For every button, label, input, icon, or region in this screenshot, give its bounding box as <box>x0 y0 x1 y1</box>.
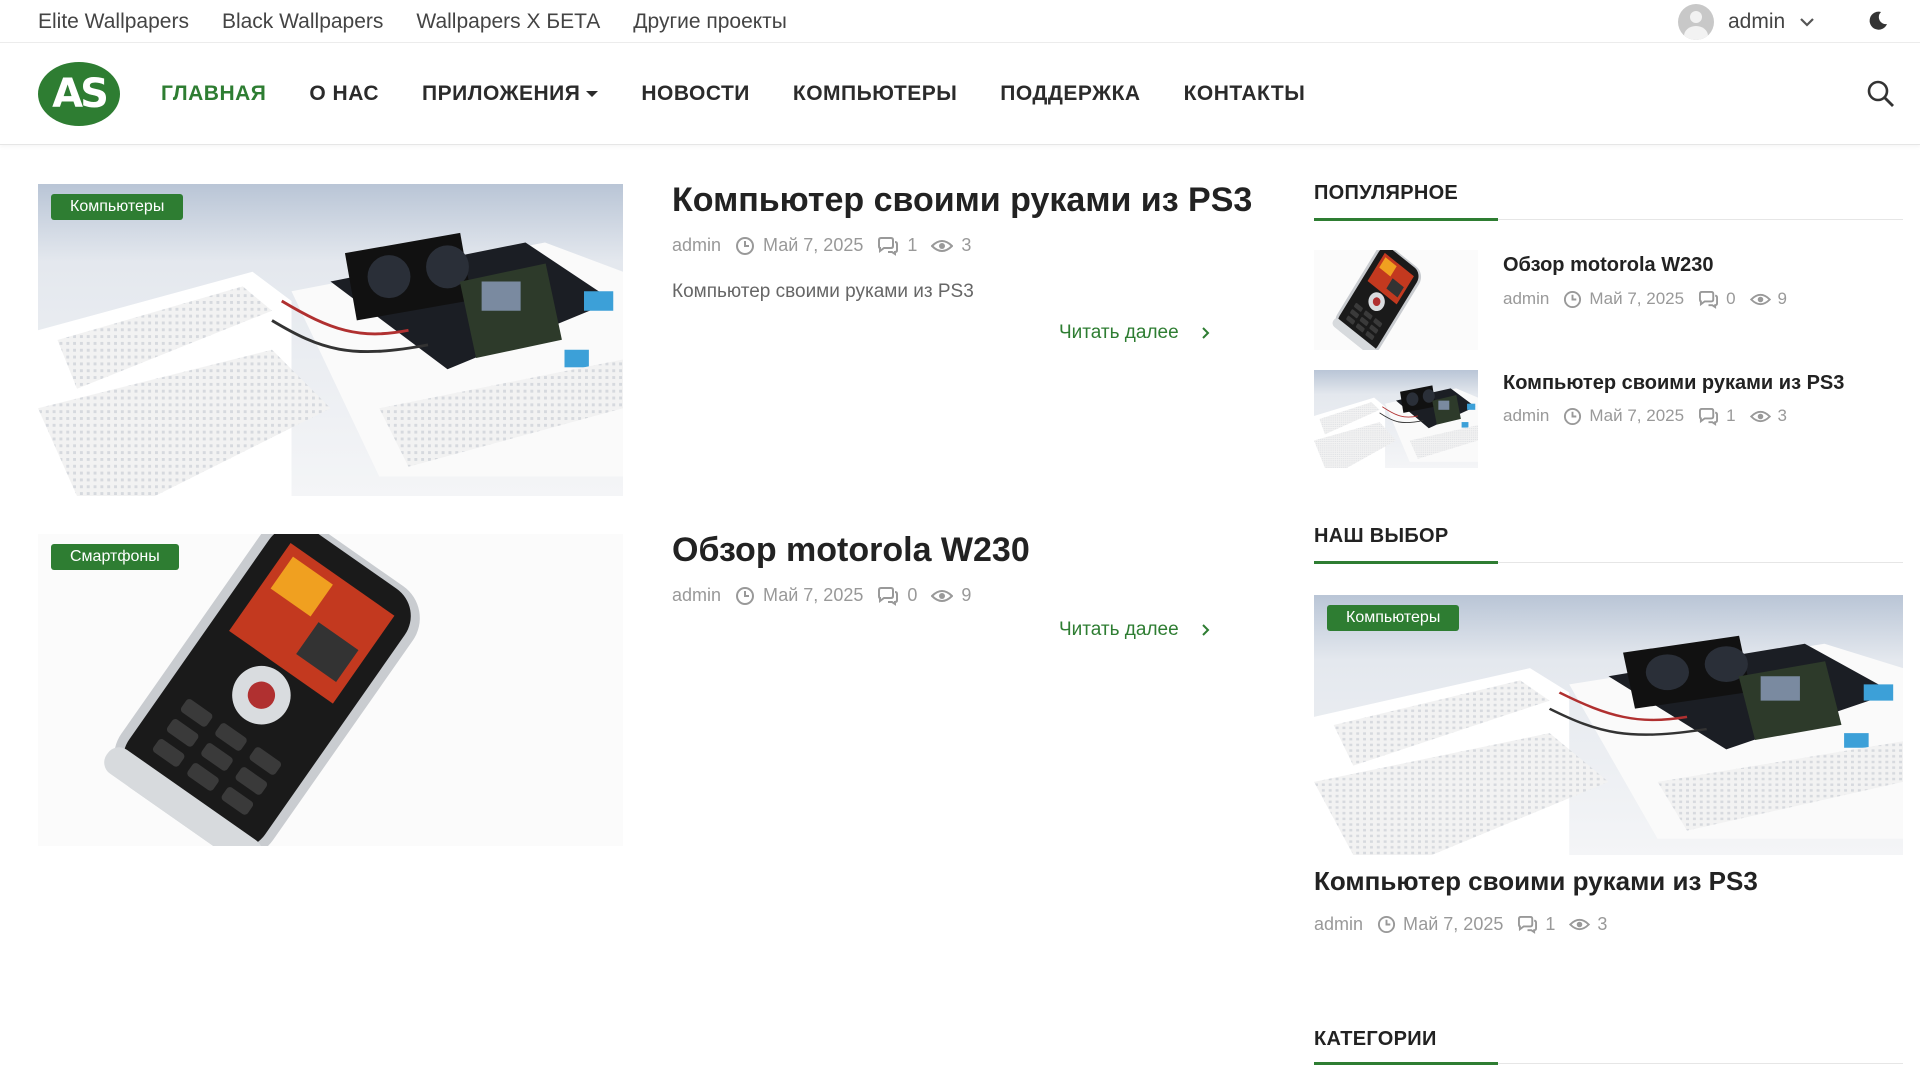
popular-item-2-author[interactable]: admin <box>1503 406 1549 426</box>
popular-item-1-thumbnail[interactable] <box>1314 250 1478 350</box>
post-1-read-more[interactable]: Читать далее <box>1059 322 1210 344</box>
nav-item-news[interactable]: НОВОСТИ <box>641 82 750 106</box>
main-nav: AS ГЛАВНАЯ О НАС ПРИЛОЖЕНИЯ НОВОСТИ КОМП… <box>0 43 1920 145</box>
moon-icon[interactable] <box>1866 9 1890 33</box>
popular-item-1-meta: admin Май 7, 2025 0 9 <box>1503 289 1787 309</box>
popular-item-1-views: 9 <box>1777 289 1787 308</box>
comment-icon <box>1698 407 1719 426</box>
comment-icon <box>1517 915 1538 934</box>
post-2-meta: admin Май 7, 2025 0 9 <box>672 585 971 606</box>
choice-title[interactable]: Компьютер своими руками из PS3 <box>1314 866 1758 897</box>
categories-widget-divider <box>1314 1062 1903 1065</box>
comment-icon <box>1698 290 1719 309</box>
top-link-elite[interactable]: Elite Wallpapers <box>38 10 189 34</box>
post-1-thumbnail[interactable]: Компьютеры <box>38 184 623 496</box>
popular-item-2-title[interactable]: Компьютер своими руками из PS3 <box>1503 372 1844 395</box>
choice-thumbnail[interactable]: Компьютеры <box>1314 595 1903 855</box>
post-2-views: 9 <box>961 585 972 605</box>
user-avatar-icon <box>1678 3 1714 40</box>
main-menu: ГЛАВНАЯ О НАС ПРИЛОЖЕНИЯ НОВОСТИ КОМПЬЮТ… <box>161 43 1305 145</box>
popular-widget-title: ПОПУЛЯРНОЕ <box>1314 182 1459 204</box>
post-1-comments: 1 <box>907 235 918 255</box>
post-2-thumbnail[interactable]: Смартфоны <box>38 534 623 846</box>
search-icon[interactable] <box>1866 79 1896 109</box>
chevron-right-icon <box>1201 327 1210 339</box>
categories-widget-title: КАТЕГОРИИ <box>1314 1028 1437 1050</box>
popular-widget-divider <box>1314 218 1903 221</box>
post-1-image <box>38 184 623 496</box>
post-2-author[interactable]: admin <box>672 585 721 606</box>
clock-icon <box>1563 407 1582 426</box>
user-name: admin <box>1728 9 1786 33</box>
nav-item-computers[interactable]: КОМПЬЮТЕРЫ <box>793 82 957 106</box>
post-1-excerpt: Компьютер своими руками из PS3 <box>672 281 974 302</box>
clock-icon <box>1563 290 1582 309</box>
choice-date: Май 7, 2025 <box>1403 914 1504 934</box>
eye-icon <box>931 239 953 253</box>
top-link-wallpapers-x[interactable]: Wallpapers X БЕТА <box>416 10 600 34</box>
post-1-meta: admin Май 7, 2025 1 3 <box>672 235 971 256</box>
post-2-read-more-label: Читать далее <box>1059 619 1179 640</box>
comment-icon <box>877 586 899 606</box>
chevron-down-icon <box>1800 17 1814 27</box>
eye-icon <box>931 589 953 603</box>
post-1-views: 3 <box>961 235 972 255</box>
clock-icon <box>735 236 755 256</box>
top-bar: Elite Wallpapers Black Wallpapers Wallpa… <box>0 0 1920 43</box>
post-1-author[interactable]: admin <box>672 235 721 256</box>
logo-text: AS <box>52 71 109 117</box>
caret-down-icon <box>586 91 599 97</box>
popular-item-2-image <box>1314 370 1478 468</box>
comment-icon <box>877 236 899 256</box>
popular-item-2-comments: 1 <box>1726 406 1736 425</box>
choice-category-badge[interactable]: Компьютеры <box>1327 605 1460 631</box>
chevron-right-icon <box>1201 624 1210 636</box>
post-2-read-more[interactable]: Читать далее <box>1059 619 1210 641</box>
site-logo[interactable]: AS <box>38 62 120 126</box>
nav-item-support[interactable]: ПОДДЕРЖКА <box>1000 82 1140 106</box>
popular-item-1-image <box>1314 250 1478 350</box>
post-1-category-badge[interactable]: Компьютеры <box>51 194 184 220</box>
popular-item-2-thumbnail[interactable] <box>1314 370 1478 468</box>
popular-item-1-title[interactable]: Обзор motorola W230 <box>1503 254 1713 277</box>
choice-widget-title: НАШ ВЫБОР <box>1314 525 1449 547</box>
top-links: Elite Wallpapers Black Wallpapers Wallpa… <box>38 0 787 43</box>
post-2-comments: 0 <box>907 585 918 605</box>
top-link-other-projects[interactable]: Другие проекты <box>633 10 787 34</box>
choice-image <box>1314 595 1903 855</box>
choice-comments: 1 <box>1545 914 1556 934</box>
nav-item-apps-label: ПРИЛОЖЕНИЯ <box>422 82 581 105</box>
popular-item-1-date: Май 7, 2025 <box>1589 289 1685 308</box>
post-2-date: Май 7, 2025 <box>763 585 864 605</box>
popular-item-2-meta: admin Май 7, 2025 1 3 <box>1503 406 1787 426</box>
nav-item-home[interactable]: ГЛАВНАЯ <box>161 82 266 106</box>
post-1-title[interactable]: Компьютер своими руками из PS3 <box>672 181 1252 220</box>
post-2-image <box>38 534 623 846</box>
user-menu[interactable]: admin <box>1678 0 1815 43</box>
nav-item-apps[interactable]: ПРИЛОЖЕНИЯ <box>422 82 599 106</box>
top-link-black[interactable]: Black Wallpapers <box>222 10 383 34</box>
nav-item-about[interactable]: О НАС <box>309 82 379 106</box>
post-1-read-more-label: Читать далее <box>1059 322 1179 343</box>
post-1-date: Май 7, 2025 <box>763 235 864 255</box>
choice-widget-divider <box>1314 561 1903 564</box>
eye-icon <box>1750 410 1771 423</box>
popular-item-2-date: Май 7, 2025 <box>1589 406 1685 425</box>
choice-author[interactable]: admin <box>1314 914 1363 935</box>
eye-icon <box>1750 293 1771 306</box>
popular-item-1-comments: 0 <box>1726 289 1736 308</box>
clock-icon <box>1377 915 1396 934</box>
popular-item-1-author[interactable]: admin <box>1503 289 1549 309</box>
popular-item-2-views: 3 <box>1777 406 1787 425</box>
choice-meta: admin Май 7, 2025 1 3 <box>1314 914 1607 935</box>
post-2-title[interactable]: Обзор motorola W230 <box>672 531 1030 570</box>
nav-item-contacts[interactable]: КОНТАКТЫ <box>1184 82 1306 106</box>
clock-icon <box>735 586 755 606</box>
eye-icon <box>1569 918 1590 931</box>
post-2-category-badge[interactable]: Смартфоны <box>51 544 179 570</box>
choice-views: 3 <box>1597 914 1608 934</box>
